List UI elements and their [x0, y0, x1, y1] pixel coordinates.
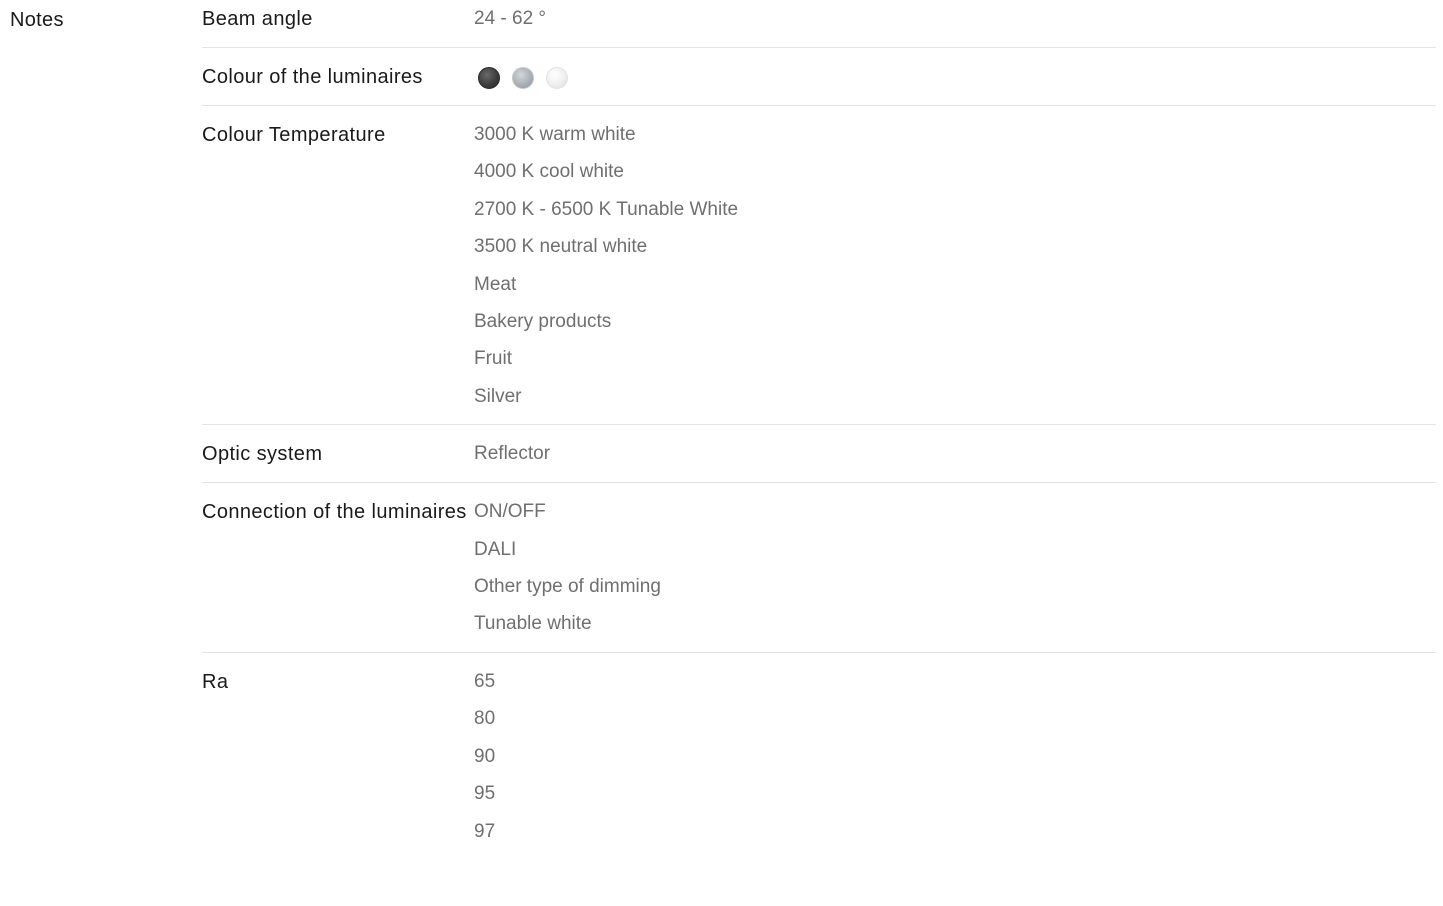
spec-row-optic-system: Optic system Reflector [202, 425, 1436, 484]
spec-value: 24 - 62 ° [474, 8, 547, 29]
colour-swatch-dark-grey[interactable] [478, 67, 500, 89]
spec-values: 3000 K warm white 4000 K cool white 2700… [474, 116, 1436, 415]
spec-row-ra: Ra 65 80 90 95 97 [202, 653, 1436, 859]
spec-value: Other type of dimming [474, 576, 661, 598]
spec-value: Silver [474, 385, 522, 407]
spec-label: Colour Temperature [202, 124, 386, 146]
spec-values [474, 58, 1436, 96]
colour-swatch-white[interactable] [546, 67, 568, 89]
colour-swatch-silver-grey[interactable] [512, 67, 534, 89]
spec-values: Reflector [474, 435, 1436, 473]
spec-values: 24 - 62 ° [474, 0, 1436, 38]
spec-value: 3500 K neutral white [474, 236, 648, 258]
spec-table: Beam angle 24 - 62 ° Colour of the lumin… [202, 0, 1436, 859]
spec-value: Bakery products [474, 311, 612, 333]
spec-row-connection-of-luminaires: Connection of the luminaires ON/OFF DALI… [202, 483, 1436, 653]
spec-value: 80 [474, 708, 496, 730]
spec-row-colour-temperature: Colour Temperature 3000 K warm white 400… [202, 106, 1436, 426]
spec-values: 65 80 90 95 97 [474, 663, 1436, 850]
spec-row-colour-of-luminaires: Colour of the luminaires [202, 48, 1436, 106]
spec-value: Meat [474, 273, 517, 295]
section-label-notes: Notes [10, 9, 64, 31]
spec-row-beam-angle: Beam angle 24 - 62 ° [202, 0, 1436, 48]
spec-value: 4000 K cool white [474, 161, 624, 183]
spec-value: 95 [474, 783, 496, 805]
spec-value: 3000 K warm white [474, 124, 636, 145]
spec-value: DALI [474, 538, 517, 560]
colour-swatches [474, 58, 1436, 96]
spec-value: Tunable white [474, 613, 592, 635]
spec-label: Connection of the luminaires [202, 501, 467, 524]
spec-value: 2700 K - 6500 K Tunable White [474, 198, 739, 220]
spec-value: ON/OFF [474, 501, 546, 523]
spec-label: Optic system [202, 443, 323, 466]
spec-value: Reflector [474, 443, 551, 465]
spec-value: Fruit [474, 348, 512, 370]
spec-label: Beam angle [202, 8, 313, 30]
spec-values: ON/OFF DALI Other type of dimming Tunabl… [474, 493, 1436, 643]
spec-value: 90 [474, 745, 496, 767]
spec-label: Colour of the luminaires [202, 66, 423, 88]
spec-value: 65 [474, 670, 496, 692]
spec-value: 97 [474, 820, 496, 842]
spec-label: Ra [202, 670, 229, 693]
